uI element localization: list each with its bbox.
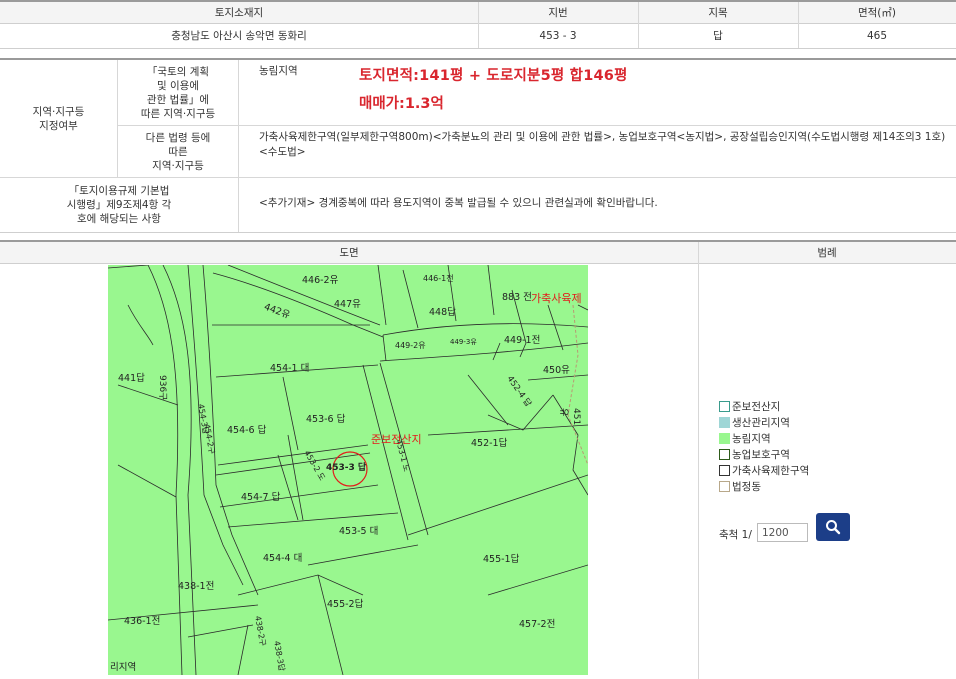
zoning-row1-value: 농림지역 [259, 65, 298, 77]
parcel-label: 447유 [334, 299, 361, 310]
header-location: 토지소재지 [214, 6, 264, 19]
parcel-label: 449-3유 [450, 338, 477, 346]
scale-search-button[interactable] [816, 513, 850, 541]
parcel-label: 446-1전 [423, 274, 454, 283]
legend-header: 범례 [817, 246, 837, 259]
scale-input[interactable] [757, 523, 808, 542]
legend-item-production-management: 생산관리지역 [719, 415, 790, 430]
legend-item-legal-dong: 법정동 [719, 479, 761, 494]
land-category-value: 답 [713, 30, 723, 42]
parcel-label: 450유 [543, 365, 570, 376]
parcel-label: 449-2유 [395, 341, 426, 350]
parcel-label: 446-2유 [302, 275, 339, 286]
parcel-label: 453-6 답 [306, 414, 346, 425]
location-value: 충청남도 아산시 송악면 동화리 [171, 30, 307, 42]
parcel-label: 453-3 답 [326, 463, 367, 473]
agri-zone-label: 리지역 [110, 662, 137, 673]
parcel-label: 448답 [429, 307, 456, 318]
parcel-label: 454-7 답 [241, 492, 281, 503]
parcel-label: 936구 [157, 375, 167, 401]
zoning-row1-label: 「국토의 계획 및 이용에 관한 법률」에 따른 지역·지구등 [140, 65, 216, 120]
parcel-label: 453-5 대 [339, 526, 379, 537]
parcel-label: 883 전 [502, 292, 532, 303]
land-area-note: 토지면적:141평 + 도로지분5평 합146평 [359, 68, 628, 84]
parcel-label: 454-1 대 [270, 363, 310, 374]
zoning-row3-value: <추가기재> 경계중복에 따라 용도지역이 중복 발급될 수 있으니 관련실과에… [259, 197, 658, 209]
header-lot-number: 지번 [548, 6, 568, 19]
scale-label: 축척 1/ [719, 529, 752, 541]
parcel-label: 452-1답 [471, 438, 508, 449]
parcel-label: 451유 [558, 408, 581, 426]
parcel-label: 438-1전 [178, 581, 215, 592]
parcel-label: 455-1답 [483, 554, 520, 565]
zoning-row3-label: 「토지이용규제 기본법 시행령」제9조제4항 각 호에 해당되는 사항 [66, 185, 172, 225]
legend-item-farmland-protection: 농업보호구역 [719, 447, 790, 462]
livestock-zone-label: 가축사육제 [531, 292, 582, 305]
parcel-label: 455-2답 [327, 599, 364, 610]
zoning-section-label: 지역·지구등 지정여부 [32, 105, 85, 132]
search-icon [826, 520, 841, 535]
parcel-label: 436-1전 [124, 616, 161, 627]
parcel-label: 454-6 답 [227, 425, 267, 436]
lot-number-value: 453 - 3 [539, 30, 577, 42]
parcel-label: 454-4 대 [263, 553, 303, 564]
area-value: 465 [866, 30, 888, 42]
header-land-category: 지목 [708, 6, 728, 19]
legend-item-livestock-restriction: 가축사육제한구역 [719, 463, 809, 478]
reserve-forest-label: 준보전산지 [371, 433, 422, 446]
cadastral-map[interactable]: 446-2유 446-1전 883 전 447유 442유 448답 449-2… [108, 265, 588, 675]
sale-price-note: 매매가:1.3억 [359, 96, 444, 112]
legend-item-reserve-forest: 준보전산지 [719, 399, 780, 414]
parcel-label: 457-2전 [519, 619, 556, 630]
zoning-row2-value: 가축사육제한구역(일부제한구역800m)<가축분뇨의 관리 및 이용에 관한 법… [259, 131, 946, 158]
parcel-label: 441답 [118, 373, 145, 384]
parcel-label: 449-1전 [504, 335, 541, 346]
header-area: 면적(㎡) [857, 6, 896, 19]
zoning-row2-label: 다른 법령 등에 따른 지역·지구등 [145, 131, 211, 172]
legend-item-agricultural-forestry: 농림지역 [719, 431, 771, 446]
map-header: 도면 [339, 246, 359, 259]
